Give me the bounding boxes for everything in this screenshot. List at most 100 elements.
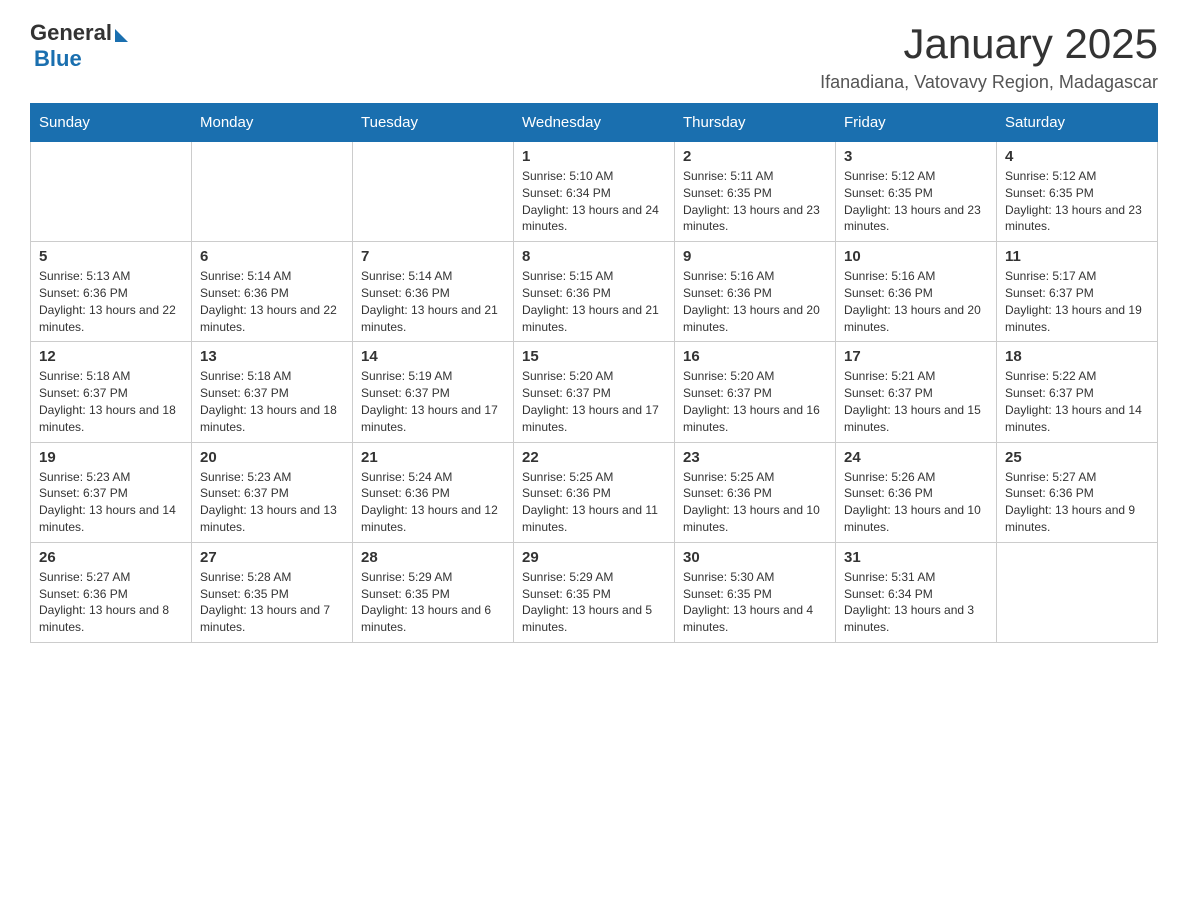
day-number: 22	[522, 449, 666, 466]
calendar-cell: 13 Sunrise: 5:18 AMSunset: 6:37 PMDayligh…	[192, 342, 353, 442]
calendar-week-row: 5 Sunrise: 5:13 AMSunset: 6:36 PMDaylight…	[31, 242, 1158, 342]
day-info: Sunrise: 5:25 AMSunset: 6:36 PMDaylight:…	[683, 469, 827, 536]
day-number: 20	[200, 449, 344, 466]
calendar-cell: 2 Sunrise: 5:11 AMSunset: 6:35 PMDaylight…	[675, 142, 836, 242]
calendar-cell: 24Sunrise: 5:26 AMSunset: 6:36 PMDayligh…	[836, 442, 997, 542]
day-number: 23	[683, 449, 827, 466]
day-info: Sunrise: 5:25 AMSunset: 6:36 PMDaylight:…	[522, 469, 666, 536]
day-info: Sunrise: 5:30 AMSunset: 6:35 PMDaylight:…	[683, 569, 827, 636]
day-number: 7	[361, 248, 505, 265]
calendar-cell: 14 Sunrise: 5:19 AMSunset: 6:37 PMDayligh…	[353, 342, 514, 442]
calendar-cell: 5 Sunrise: 5:13 AMSunset: 6:36 PMDaylight…	[31, 242, 192, 342]
calendar-cell: 7 Sunrise: 5:14 AMSunset: 6:36 PMDaylight…	[353, 242, 514, 342]
day-number: 27	[200, 549, 344, 566]
day-number: 14	[361, 348, 505, 365]
day-number: 9	[683, 248, 827, 265]
calendar-cell: 18 Sunrise: 5:22 AMSunset: 6:37 PMDayligh…	[997, 342, 1158, 442]
day-number: 26	[39, 549, 183, 566]
calendar-cell: 23 Sunrise: 5:25 AMSunset: 6:36 PMDayligh…	[675, 442, 836, 542]
day-info: Sunrise: 5:19 AMSunset: 6:37 PMDaylight:…	[361, 368, 505, 435]
day-info: Sunrise: 5:29 AMSunset: 6:35 PMDaylight:…	[361, 569, 505, 636]
page-subtitle: Ifanadiana, Vatovavy Region, Madagascar	[820, 72, 1158, 93]
calendar-cell: 4Sunrise: 5:12 AMSunset: 6:35 PMDaylight…	[997, 142, 1158, 242]
day-number: 25	[1005, 449, 1149, 466]
calendar-cell	[31, 142, 192, 242]
day-number: 30	[683, 549, 827, 566]
day-info: Sunrise: 5:14 AMSunset: 6:36 PMDaylight:…	[361, 268, 505, 335]
calendar-cell: 17Sunrise: 5:21 AMSunset: 6:37 PMDayligh…	[836, 342, 997, 442]
day-number: 17	[844, 348, 988, 365]
calendar-cell	[353, 142, 514, 242]
day-info: Sunrise: 5:13 AMSunset: 6:36 PMDaylight:…	[39, 268, 183, 335]
calendar-cell: 16 Sunrise: 5:20 AMSunset: 6:37 PMDayligh…	[675, 342, 836, 442]
day-number: 5	[39, 248, 183, 265]
calendar-day-header: Wednesday	[514, 104, 675, 142]
calendar-cell	[192, 142, 353, 242]
calendar-day-header: Saturday	[997, 104, 1158, 142]
calendar-cell: 3 Sunrise: 5:12 AMSunset: 6:35 PMDaylight…	[836, 142, 997, 242]
page-title: January 2025	[820, 20, 1158, 68]
day-info: Sunrise: 5:11 AMSunset: 6:35 PMDaylight:…	[683, 168, 827, 235]
day-number: 21	[361, 449, 505, 466]
day-number: 19	[39, 449, 183, 466]
day-info: Sunrise: 5:16 AMSunset: 6:36 PMDaylight:…	[683, 268, 827, 335]
day-number: 31	[844, 549, 988, 566]
calendar-cell: 1 Sunrise: 5:10 AMSunset: 6:34 PMDaylight…	[514, 142, 675, 242]
day-info: Sunrise: 5:16 AMSunset: 6:36 PMDaylight:…	[844, 268, 988, 335]
day-info: Sunrise: 5:22 AMSunset: 6:37 PMDaylight:…	[1005, 368, 1149, 435]
calendar-week-row: 1 Sunrise: 5:10 AMSunset: 6:34 PMDaylight…	[31, 142, 1158, 242]
day-number: 12	[39, 348, 183, 365]
day-info: Sunrise: 5:26 AMSunset: 6:36 PMDaylight:…	[844, 469, 988, 536]
day-info: Sunrise: 5:29 AMSunset: 6:35 PMDaylight:…	[522, 569, 666, 636]
day-info: Sunrise: 5:28 AMSunset: 6:35 PMDaylight:…	[200, 569, 344, 636]
calendar-cell: 11 Sunrise: 5:17 AMSunset: 6:37 PMDayligh…	[997, 242, 1158, 342]
day-info: Sunrise: 5:12 AMSunset: 6:35 PMDaylight:…	[844, 168, 988, 235]
day-number: 6	[200, 248, 344, 265]
calendar-day-header: Friday	[836, 104, 997, 142]
calendar-cell: 6 Sunrise: 5:14 AMSunset: 6:36 PMDaylight…	[192, 242, 353, 342]
day-number: 3	[844, 148, 988, 165]
day-number: 28	[361, 549, 505, 566]
day-info: Sunrise: 5:27 AMSunset: 6:36 PMDaylight:…	[1005, 469, 1149, 536]
day-number: 11	[1005, 248, 1149, 265]
calendar-cell: 25 Sunrise: 5:27 AMSunset: 6:36 PMDayligh…	[997, 442, 1158, 542]
day-number: 18	[1005, 348, 1149, 365]
day-info: Sunrise: 5:18 AMSunset: 6:37 PMDaylight:…	[200, 368, 344, 435]
day-info: Sunrise: 5:23 AMSunset: 6:37 PMDaylight:…	[39, 469, 183, 536]
day-info: Sunrise: 5:18 AMSunset: 6:37 PMDaylight:…	[39, 368, 183, 435]
calendar-cell	[997, 542, 1158, 642]
calendar-cell: 19 Sunrise: 5:23 AMSunset: 6:37 PMDayligh…	[31, 442, 192, 542]
logo: General Blue	[30, 20, 128, 72]
calendar-cell: 29 Sunrise: 5:29 AMSunset: 6:35 PMDayligh…	[514, 542, 675, 642]
calendar-week-row: 26Sunrise: 5:27 AMSunset: 6:36 PMDayligh…	[31, 542, 1158, 642]
page-header: General Blue January 2025 Ifanadiana, Va…	[30, 20, 1158, 93]
day-number: 16	[683, 348, 827, 365]
day-info: Sunrise: 5:10 AMSunset: 6:34 PMDaylight:…	[522, 168, 666, 235]
day-number: 2	[683, 148, 827, 165]
day-info: Sunrise: 5:20 AMSunset: 6:37 PMDaylight:…	[683, 368, 827, 435]
calendar-cell: 28 Sunrise: 5:29 AMSunset: 6:35 PMDayligh…	[353, 542, 514, 642]
calendar-day-header: Tuesday	[353, 104, 514, 142]
calendar-cell: 21Sunrise: 5:24 AMSunset: 6:36 PMDayligh…	[353, 442, 514, 542]
day-info: Sunrise: 5:17 AMSunset: 6:37 PMDaylight:…	[1005, 268, 1149, 335]
calendar-week-row: 19 Sunrise: 5:23 AMSunset: 6:37 PMDayligh…	[31, 442, 1158, 542]
day-info: Sunrise: 5:14 AMSunset: 6:36 PMDaylight:…	[200, 268, 344, 335]
calendar-cell: 9 Sunrise: 5:16 AMSunset: 6:36 PMDaylight…	[675, 242, 836, 342]
day-number: 8	[522, 248, 666, 265]
calendar-day-header: Thursday	[675, 104, 836, 142]
calendar-cell: 15Sunrise: 5:20 AMSunset: 6:37 PMDayligh…	[514, 342, 675, 442]
calendar-cell: 8Sunrise: 5:15 AMSunset: 6:36 PMDaylight…	[514, 242, 675, 342]
logo-blue: Blue	[34, 46, 82, 71]
calendar-table: SundayMondayTuesdayWednesdayThursdayFrid…	[30, 103, 1158, 643]
calendar-day-header: Monday	[192, 104, 353, 142]
day-number: 13	[200, 348, 344, 365]
day-info: Sunrise: 5:23 AMSunset: 6:37 PMDaylight:…	[200, 469, 344, 536]
day-info: Sunrise: 5:20 AMSunset: 6:37 PMDaylight:…	[522, 368, 666, 435]
calendar-week-row: 12 Sunrise: 5:18 AMSunset: 6:37 PMDayligh…	[31, 342, 1158, 442]
day-number: 29	[522, 549, 666, 566]
calendar-cell: 12 Sunrise: 5:18 AMSunset: 6:37 PMDayligh…	[31, 342, 192, 442]
day-number: 1	[522, 148, 666, 165]
calendar-header-row: SundayMondayTuesdayWednesdayThursdayFrid…	[31, 104, 1158, 142]
day-info: Sunrise: 5:12 AMSunset: 6:35 PMDaylight:…	[1005, 168, 1149, 235]
calendar-cell: 30 Sunrise: 5:30 AMSunset: 6:35 PMDayligh…	[675, 542, 836, 642]
